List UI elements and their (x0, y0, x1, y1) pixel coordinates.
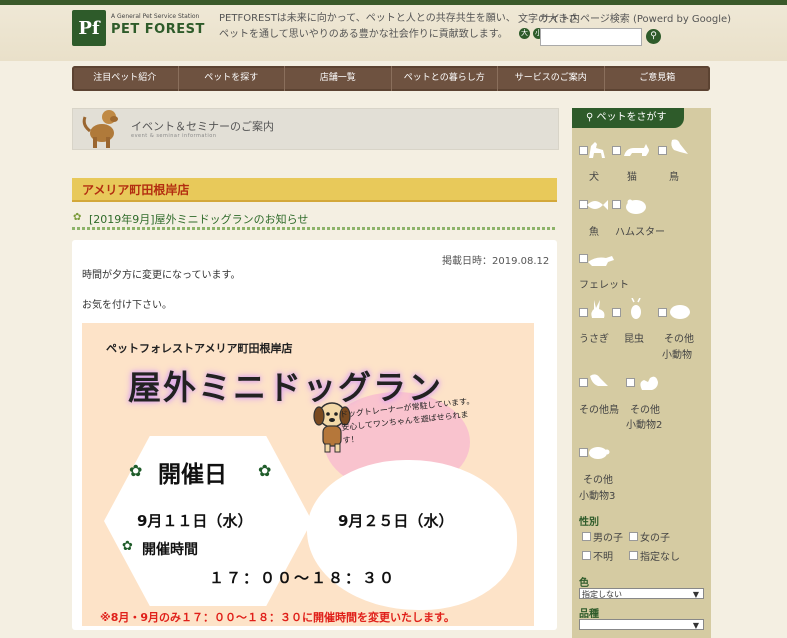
event-subtitle: event & seminar information (131, 133, 217, 139)
flyer-time-label: 開催時間 (142, 542, 198, 558)
unknown-checkbox[interactable] (582, 551, 591, 560)
squirrel-icon (640, 376, 658, 390)
search-icon[interactable]: ⚲ (646, 29, 661, 44)
nav-find-pets[interactable]: ペットを探す (179, 66, 285, 91)
dog-illustration (82, 110, 118, 148)
turtle-icon (589, 447, 610, 459)
site-tagline: PETFORESTは未来に向かって、ペットと人との共存共生を願い、ペットを通して… (219, 13, 516, 40)
rabbit-label: うさぎ (579, 334, 609, 345)
paw-icon: ✿ (73, 212, 82, 223)
flyer-date-2: 9月２５日（水） (338, 512, 454, 530)
small-animal-icon (670, 305, 690, 319)
insect-icon (631, 298, 641, 319)
nav-feedback[interactable]: ご意見箱 (605, 66, 711, 91)
insect-label: 昆虫 (624, 334, 644, 345)
paw-icon: ✿ (122, 539, 133, 554)
logo-mark[interactable]: Pf (72, 10, 106, 46)
flyer-notice: ※8月・9月のみ１７：００〜１８：３０に開催時間を変更いたします。 (100, 611, 455, 624)
paw-icon: ✿ (258, 461, 272, 480)
color-select[interactable]: 指定しない ▼ (579, 588, 704, 599)
event-title: イベント＆セミナーのご案内 (131, 120, 274, 133)
dog-label: 犬 (589, 172, 599, 183)
hamster-icon (626, 199, 646, 214)
flyer-event-day-label: 開催日 (158, 462, 227, 488)
bird-label: 鳥 (669, 172, 679, 183)
nav-living-with-pets[interactable]: ペットとの暮らし方 (392, 66, 498, 91)
female-checkbox[interactable] (629, 532, 638, 541)
other-small-c-label-2: 小動物3 (579, 491, 616, 502)
breed-label: 品種 (579, 609, 599, 620)
other-small-b-label-2: 小動物2 (626, 420, 663, 431)
male-checkbox[interactable] (582, 532, 591, 541)
post-body-line-2: お気を付け下さい。 (82, 300, 172, 311)
hamster-label: ハムスター (615, 227, 665, 238)
other-small-label-2: 小動物 (662, 350, 692, 361)
hamster-checkbox[interactable] (612, 200, 621, 209)
sidebar-header: ⚲ ペットをさがす (572, 108, 684, 128)
cat-icon (624, 144, 649, 156)
unknown-label: 不明 (593, 552, 613, 563)
color-label: 色 (579, 578, 589, 589)
font-large-button[interactable]: 大 (519, 28, 530, 39)
unspecified-checkbox[interactable] (629, 551, 638, 560)
nav-stores[interactable]: 店舗一覧 (285, 66, 392, 91)
cat-checkbox[interactable] (612, 146, 621, 155)
dog-icon (589, 142, 605, 158)
post-date: 掲載日時：2019.08.12 (442, 256, 550, 267)
title-divider (72, 227, 557, 230)
nav-services[interactable]: サービスのご案内 (498, 66, 605, 91)
search-label: サイト内ページ検索 (Powerd by Google) (540, 14, 732, 25)
gender-label: 性別 (579, 517, 599, 528)
flyer-time: １７：００〜１８：３０ (209, 569, 397, 587)
post-body-line-1: 時間が夕方に変更になっています。 (82, 270, 241, 281)
chevron-down-icon: ▼ (692, 590, 699, 599)
nav-featured-pets[interactable]: 注目ペット紹介 (72, 66, 179, 91)
insect-checkbox[interactable] (612, 308, 621, 317)
cat-label: 猫 (627, 172, 637, 183)
store-name: アメリア町田根岸店 (82, 183, 190, 197)
male-label: 男の子 (593, 533, 623, 544)
other-small-animal-checkbox[interactable] (658, 308, 667, 317)
flyer-cloud-puff (430, 491, 515, 571)
rabbit-icon (591, 300, 605, 318)
other-small-b-label: その他 (630, 405, 660, 416)
paw-icon: ✿ (129, 461, 143, 480)
post-title[interactable]: [2019年9月]屋外ミニドッグランのお知らせ (89, 211, 308, 227)
fish-icon (587, 200, 608, 210)
bird-icon (671, 139, 688, 154)
other-bird-label: その他鳥 (579, 405, 619, 416)
ferret-icon (588, 256, 614, 266)
logo-tagline: A General Pet Service Station (111, 13, 200, 20)
unspecified-label: 指定なし (640, 552, 680, 563)
other-small-2-checkbox[interactable] (626, 378, 635, 387)
breed-select[interactable]: ▼ (579, 619, 704, 630)
female-label: 女の子 (640, 533, 670, 544)
fish-label: 魚 (589, 227, 599, 238)
other-small-c-label: その他 (583, 475, 613, 486)
main-nav: 注目ペット紹介 ペットを探す 店舗一覧 ペットとの暮らし方 サービスのご案内 ご… (72, 66, 710, 91)
flyer-date-1: 9月１１日（水） (137, 512, 253, 530)
other-small-label: その他 (664, 334, 694, 345)
ferret-label: フェレット (579, 280, 629, 291)
other-bird-icon (590, 374, 608, 386)
search-input[interactable] (540, 28, 642, 46)
event-flyer: ペットフォレストアメリア町田根岸店 屋外ミニドッグラン ドッグトレーナーが常駐し… (82, 323, 534, 626)
logo-name[interactable]: PET FOREST (111, 22, 205, 37)
flyer-store: ペットフォレストアメリア町田根岸店 (106, 342, 293, 355)
